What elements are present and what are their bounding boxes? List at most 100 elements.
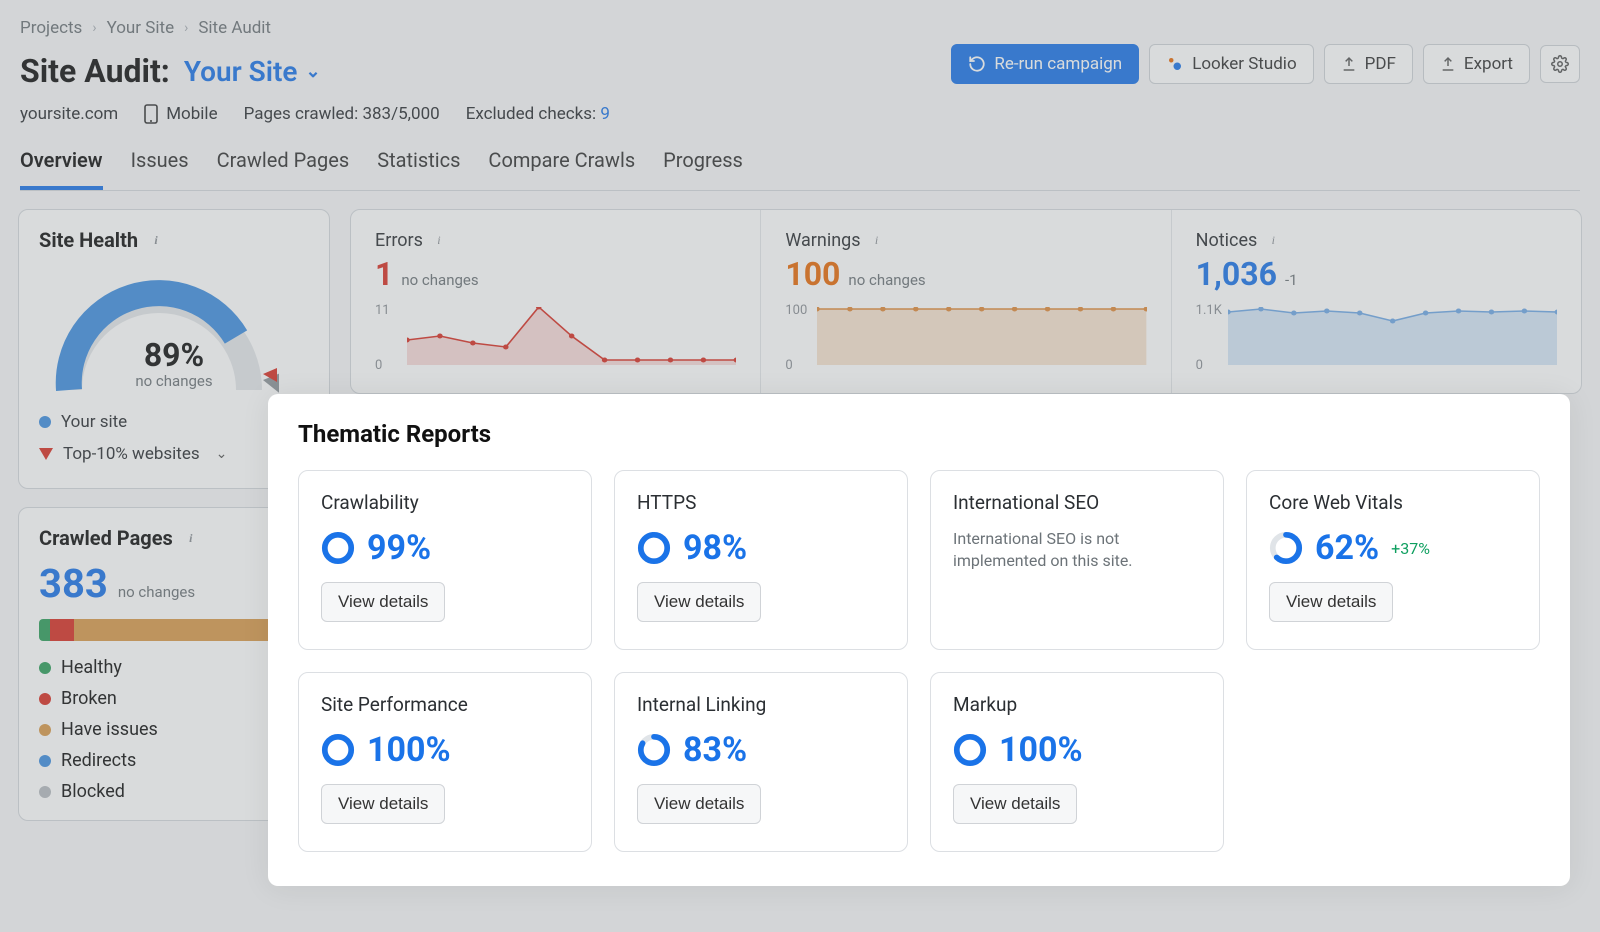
view-details-button[interactable]: View details [1269, 582, 1393, 622]
thematic-card: International SEOInternational SEO is no… [930, 470, 1224, 650]
donut-icon [953, 733, 987, 767]
thematic-card-label: Markup [953, 693, 1201, 716]
chevron-down-icon: ⌄ [216, 446, 228, 462]
warnings-sparkline: 100 0 [785, 303, 1146, 373]
page-stat-label: Blocked [61, 781, 125, 802]
thematic-card-percent: 98% [683, 528, 747, 568]
refresh-icon [968, 55, 986, 73]
health-delta: no changes [39, 372, 309, 390]
view-details-button[interactable]: View details [637, 784, 761, 824]
info-icon[interactable]: i [1265, 233, 1281, 249]
info-icon[interactable]: i [869, 233, 885, 249]
export-button[interactable]: Export [1423, 44, 1530, 84]
site-name: Your Site [184, 55, 298, 88]
excluded-count-link[interactable]: 9 [600, 104, 610, 124]
notices-value: 1,036 [1196, 255, 1277, 293]
export-label: Export [1464, 54, 1513, 74]
rerun-label: Re-run campaign [994, 54, 1122, 74]
breadcrumb-projects[interactable]: Projects [20, 18, 82, 38]
donut-icon [321, 531, 355, 565]
notices-delta: -1 [1285, 271, 1298, 289]
tab-crawled-pages[interactable]: Crawled Pages [217, 148, 350, 190]
thematic-card-percent: 100% [367, 730, 451, 770]
donut-icon [637, 733, 671, 767]
mobile-icon [144, 104, 158, 124]
breadcrumb: Projects › Your Site › Site Audit [20, 18, 1580, 38]
view-details-button[interactable]: View details [953, 784, 1077, 824]
page-stat-label: Redirects [61, 750, 136, 771]
settings-button[interactable] [1540, 45, 1580, 83]
page-stat-label: Broken [61, 688, 117, 709]
breadcrumb-site-audit[interactable]: Site Audit [198, 18, 271, 38]
thematic-card-label: Site Performance [321, 693, 569, 716]
pdf-button[interactable]: PDF [1324, 44, 1413, 84]
thematic-card-percent: 83% [683, 730, 747, 770]
gear-icon [1551, 55, 1569, 73]
pdf-label: PDF [1365, 54, 1396, 74]
dot-icon [39, 755, 51, 767]
view-details-button[interactable]: View details [321, 784, 445, 824]
thematic-title: Thematic Reports [298, 420, 1540, 448]
thematic-card-percent: 62% [1315, 528, 1379, 568]
tab-statistics[interactable]: Statistics [377, 148, 460, 190]
tab-progress[interactable]: Progress [663, 148, 743, 190]
triangle-down-icon [39, 448, 53, 460]
tab-bar: Overview Issues Crawled Pages Statistics… [20, 148, 1580, 191]
site-selector[interactable]: Your Site ⌄ [184, 55, 321, 88]
thematic-card-delta: +37% [1391, 539, 1430, 558]
excluded-checks: Excluded checks: 9 [466, 104, 610, 124]
donut-icon [321, 733, 355, 767]
looker-studio-button[interactable]: Looker Studio [1149, 44, 1313, 84]
site-health-title: Site Health [39, 228, 138, 252]
device-indicator: Mobile [144, 104, 217, 124]
dot-icon [39, 786, 51, 798]
chevron-right-icon: › [184, 20, 188, 36]
tab-overview[interactable]: Overview [20, 148, 103, 190]
crawled-pages-delta: no changes [118, 583, 195, 601]
tab-compare-crawls[interactable]: Compare Crawls [488, 148, 635, 190]
errors-column[interactable]: Errorsi 1no changes 11 0 [351, 210, 761, 393]
upload-icon [1341, 56, 1357, 72]
donut-icon [1269, 531, 1303, 565]
notices-sparkline: 1.1K 0 [1196, 303, 1557, 373]
page-stat-label: Have issues [61, 719, 158, 740]
thematic-card: Core Web Vitals 62% +37% View details [1246, 470, 1540, 650]
thematic-card-label: International SEO [953, 491, 1201, 514]
view-details-button[interactable]: View details [637, 582, 761, 622]
thematic-card-label: Internal Linking [637, 693, 885, 716]
thematic-reports-panel: Thematic Reports Crawlability 99%View de… [268, 394, 1570, 886]
dot-icon [39, 693, 51, 705]
warnings-delta: no changes [848, 271, 925, 289]
errors-sparkline: 11 0 [375, 303, 736, 373]
health-percent: 89% [39, 336, 309, 374]
site-domain: yoursite.com [20, 104, 118, 124]
rerun-campaign-button[interactable]: Re-run campaign [951, 44, 1139, 84]
info-icon[interactable]: i [183, 530, 199, 546]
warnings-column[interactable]: Warningsi 100no changes 100 0 [761, 210, 1171, 393]
breadcrumb-your-site[interactable]: Your Site [107, 18, 175, 38]
crawled-pages-value: 383 [39, 560, 108, 607]
upload-icon [1440, 56, 1456, 72]
looker-icon [1166, 55, 1184, 73]
thematic-card-label: HTTPS [637, 491, 885, 514]
chevron-down-icon: ⌄ [305, 61, 320, 82]
thematic-card-percent: 99% [367, 528, 431, 568]
health-gauge: 89% no changes [39, 270, 309, 400]
tab-issues[interactable]: Issues [131, 148, 189, 190]
thematic-card-percent: 100% [999, 730, 1083, 770]
info-icon[interactable]: i [148, 232, 164, 248]
dot-icon [39, 662, 51, 674]
page-title: Site Audit: [20, 52, 170, 90]
info-icon[interactable]: i [431, 233, 447, 249]
warnings-value: 100 [785, 255, 840, 293]
pages-crawled-meta: Pages crawled: 383/5,000 [244, 104, 440, 124]
errors-delta: no changes [401, 271, 478, 289]
dot-icon [39, 416, 51, 428]
dot-icon [39, 724, 51, 736]
thematic-card-label: Core Web Vitals [1269, 491, 1517, 514]
view-details-button[interactable]: View details [321, 582, 445, 622]
notices-column[interactable]: Noticesi 1,036-1 1.1K 0 [1172, 210, 1581, 393]
thematic-card: HTTPS 98% View details [614, 470, 908, 650]
issues-summary-card: Errorsi 1no changes 11 0 Warningsi [350, 209, 1582, 394]
looker-label: Looker Studio [1192, 54, 1296, 74]
